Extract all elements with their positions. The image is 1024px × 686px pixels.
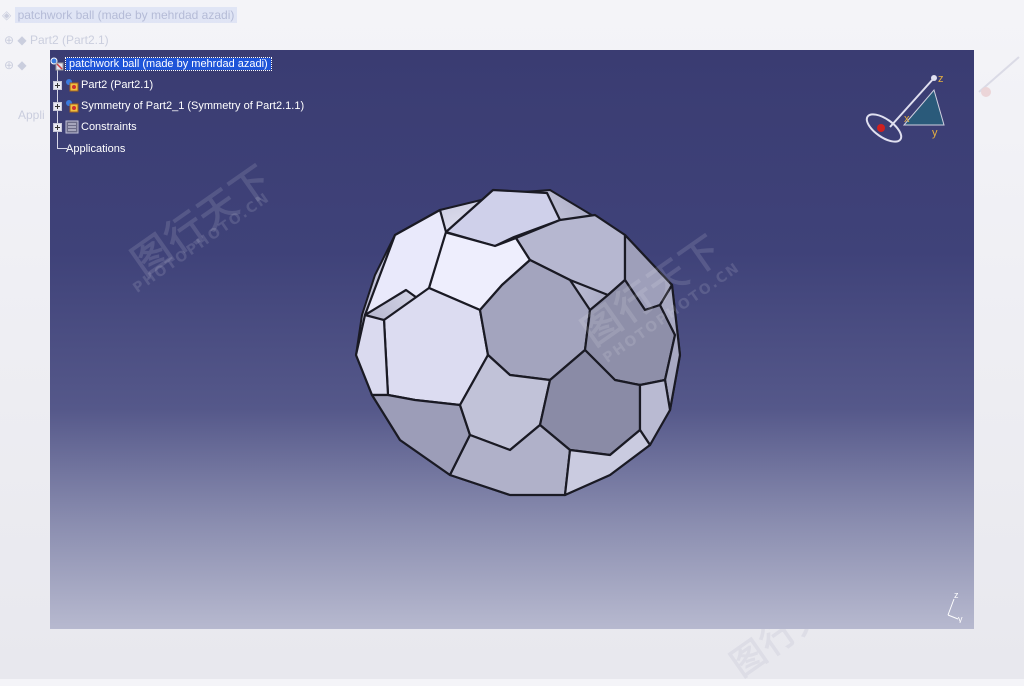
ghost-item-label: Part2 (Part2.1)	[29, 33, 109, 47]
mini-axis-y: y	[958, 614, 963, 623]
tree-item-label[interactable]: Symmetry of Part2_1 (Symmetry of Part2.1…	[81, 100, 304, 112]
tree-root[interactable]: patchwork ball (made by mehrdad azadi)	[50, 56, 272, 72]
ghost-item-2: ⊕ ◆	[4, 58, 27, 72]
constraints-icon	[65, 120, 79, 134]
ghost-item: ⊕ ◆ Part2 (Part2.1)	[4, 33, 109, 47]
expand-icon[interactable]	[53, 101, 62, 111]
tree-item-part2[interactable]: Part2 (Part2.1)	[53, 77, 153, 93]
product-icon	[50, 57, 64, 71]
expand-icon[interactable]	[53, 122, 62, 132]
compass-icon[interactable]: z x y	[864, 70, 954, 170]
ghost-part-icon-2: ⊕ ◆	[4, 58, 27, 72]
part-icon	[66, 100, 79, 113]
ghost-applications: Appli	[18, 108, 45, 122]
ghost-root-label: patchwork ball (made by mehrdad azadi)	[14, 7, 238, 23]
part-icon	[66, 79, 79, 92]
compass-z-label: z	[938, 73, 944, 85]
ghost-part-icon: ⊕ ◆	[4, 33, 30, 47]
expand-icon[interactable]	[53, 80, 62, 90]
tree-item-applications[interactable]: Applications	[66, 141, 125, 157]
tree-item-label[interactable]: Constraints	[81, 121, 137, 133]
3d-viewport[interactable]: patchwork ball (made by mehrdad azadi) P…	[50, 50, 974, 629]
axis-triad-icon: z y	[947, 590, 963, 623]
compass-y-label: y	[932, 127, 938, 139]
tree-item-constraints[interactable]: Constraints	[53, 119, 137, 135]
tree-item-label[interactable]: Applications	[66, 143, 125, 155]
ghost-applications-label: Appli	[18, 108, 45, 122]
mini-axis-z: z	[954, 590, 959, 600]
ghost-root: ◈ patchwork ball (made by mehrdad azadi)	[2, 7, 238, 23]
ghost-root-icon: ◈	[2, 8, 12, 22]
ghost-compass-icon	[978, 56, 1020, 97]
tree-item-symmetry[interactable]: Symmetry of Part2_1 (Symmetry of Part2.1…	[53, 98, 304, 114]
tree-item-label[interactable]: Part2 (Part2.1)	[81, 79, 153, 91]
tree-root-label[interactable]: patchwork ball (made by mehrdad azadi)	[65, 57, 272, 71]
patchwork-ball-model[interactable]	[50, 50, 974, 629]
compass-x-label: x	[904, 113, 910, 125]
